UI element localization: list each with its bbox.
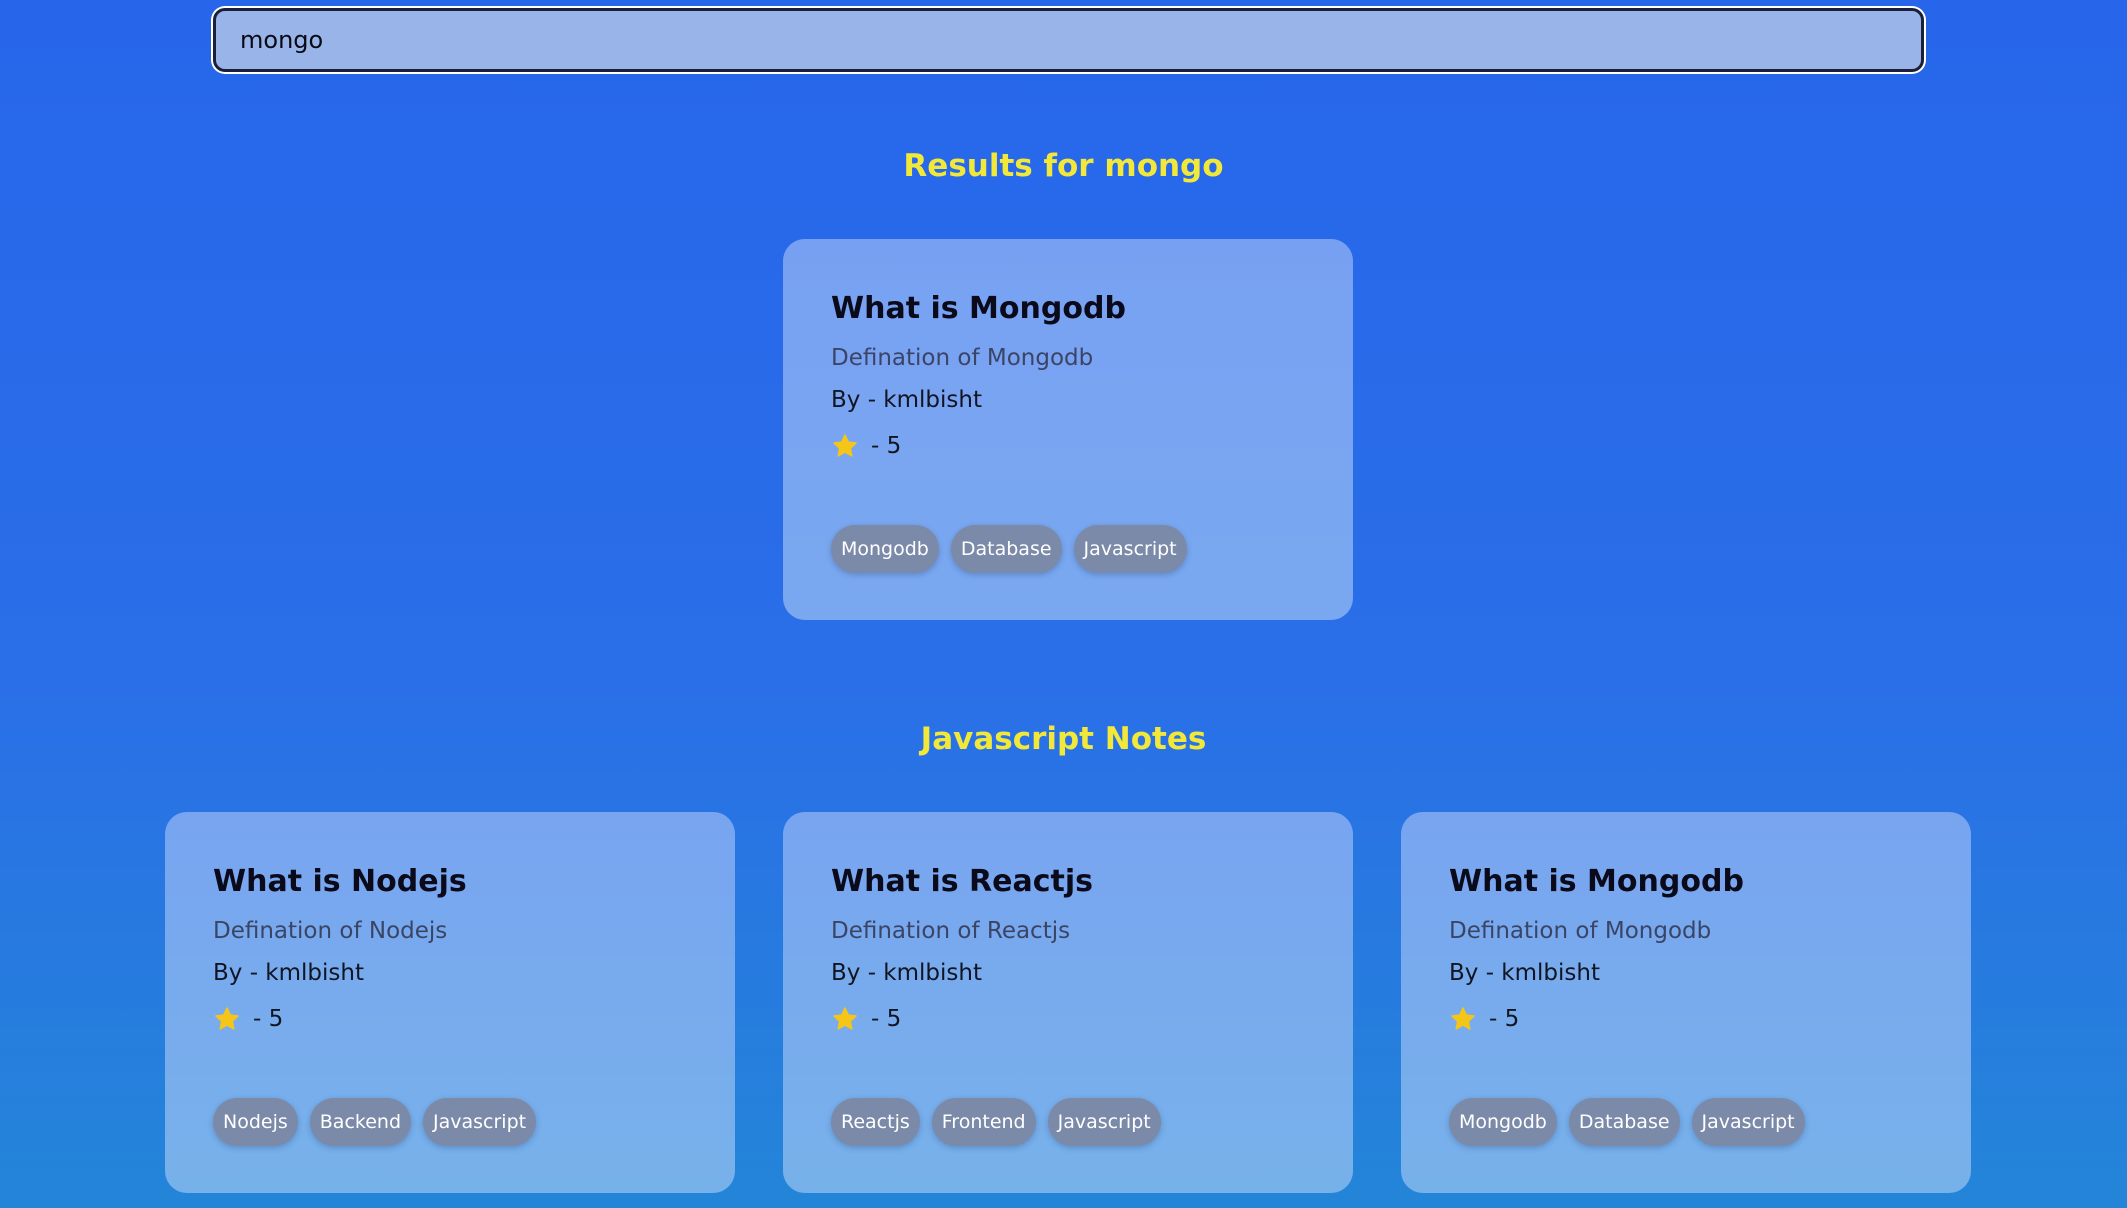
rating-value: - 5 (1489, 1006, 1520, 1032)
tag[interactable]: Database (950, 525, 1062, 573)
results-heading: Results for mongo (903, 148, 1224, 184)
tag-list: Mongodb Database Javascript (1449, 1098, 1805, 1146)
tag[interactable]: Frontend (931, 1098, 1036, 1146)
rating-value: - 5 (871, 1006, 902, 1032)
tag[interactable]: Database (1568, 1098, 1680, 1146)
notes-heading: Javascript Notes (920, 721, 1207, 757)
tag[interactable]: Nodejs (213, 1098, 298, 1146)
tag[interactable]: Backend (309, 1098, 412, 1146)
tag-list: Nodejs Backend Javascript (213, 1098, 537, 1146)
tag[interactable]: Reactjs (831, 1098, 920, 1146)
tag[interactable]: Javascript (1691, 1098, 1805, 1146)
card-author: By - kmlbisht (213, 960, 364, 986)
card-title: What is Reactjs (831, 864, 1094, 899)
note-card[interactable]: What is Mongodb Defination of Mongodb By… (1401, 812, 1971, 1193)
tag-list: Mongodb Database Javascript (831, 525, 1187, 573)
card-title: What is Nodejs (213, 864, 467, 899)
note-card[interactable]: What is Nodejs Defination of Nodejs By -… (165, 812, 735, 1193)
note-card[interactable]: What is Reactjs Defination of Reactjs By… (783, 812, 1353, 1193)
card-description: Defination of Nodejs (213, 918, 448, 944)
star-icon (833, 1007, 857, 1030)
tag[interactable]: Javascript (423, 1098, 537, 1146)
tag[interactable]: Javascript (1047, 1098, 1161, 1146)
tag[interactable]: Javascript (1073, 525, 1187, 573)
rating-value: - 5 (253, 1006, 284, 1032)
card-description: Defination of Mongodb (1449, 918, 1712, 944)
card-title: What is Mongodb (831, 291, 1126, 326)
card-rating: - 5 (831, 1004, 1305, 1034)
tag[interactable]: Mongodb (831, 525, 939, 573)
card-author: By - kmlbisht (1449, 960, 1600, 986)
card-rating: - 5 (1449, 1004, 1923, 1034)
card-author: By - kmlbisht (831, 387, 982, 413)
card-description: Defination of Mongodb (831, 345, 1094, 371)
tag[interactable]: Mongodb (1449, 1098, 1557, 1146)
result-card[interactable]: What is Mongodb Defination of Mongodb By… (783, 239, 1353, 620)
search-box[interactable] (213, 8, 1924, 72)
star-icon (1451, 1007, 1475, 1030)
card-rating: - 5 (831, 431, 1305, 461)
star-icon (215, 1007, 239, 1030)
star-icon (833, 434, 857, 457)
search-input[interactable] (216, 11, 1921, 69)
tag-list: Reactjs Frontend Javascript (831, 1098, 1161, 1146)
card-description: Defination of Reactjs (831, 918, 1071, 944)
rating-value: - 5 (871, 433, 902, 459)
card-title: What is Mongodb (1449, 864, 1744, 899)
card-rating: - 5 (213, 1004, 687, 1034)
card-author: By - kmlbisht (831, 960, 982, 986)
